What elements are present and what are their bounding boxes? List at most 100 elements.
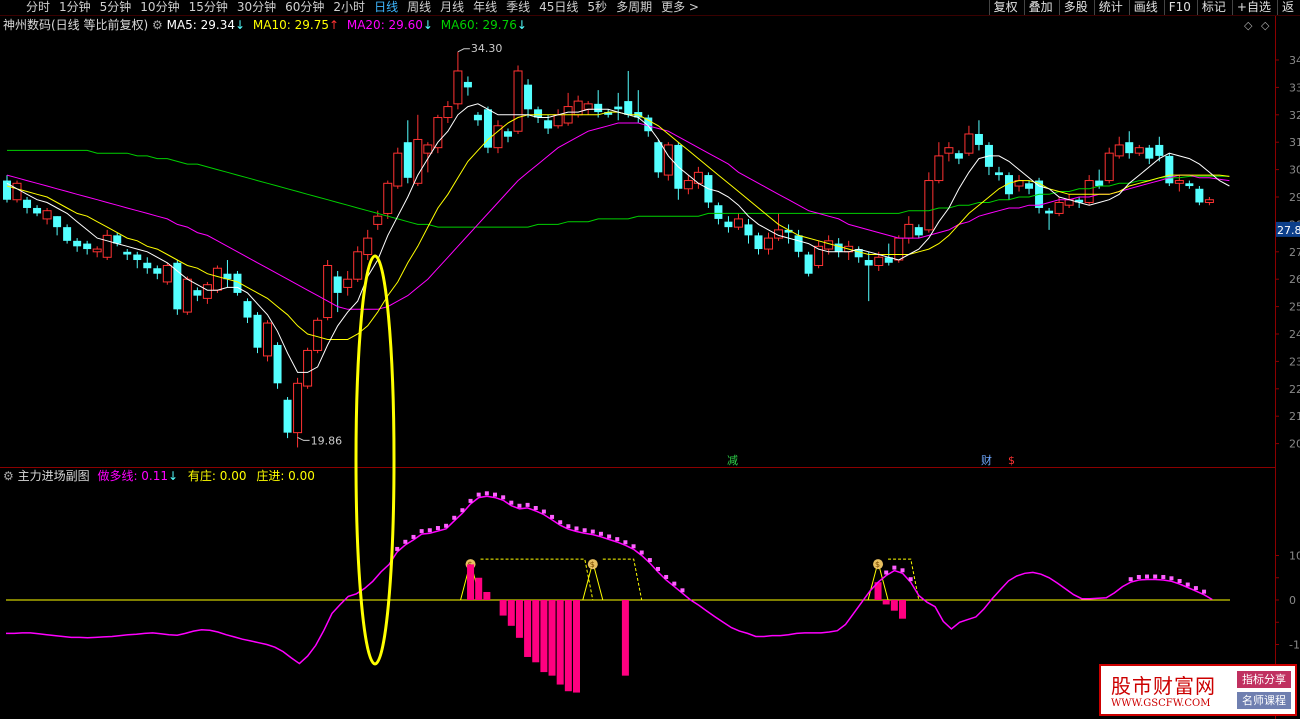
candle-body [263, 322, 273, 357]
candle-body [153, 268, 162, 274]
histogram-bar [548, 600, 556, 676]
long-line-marker [1153, 574, 1158, 579]
money-bag-symbol: $ [875, 560, 880, 569]
histogram-bar [899, 600, 906, 619]
long-line [6, 495, 1213, 665]
candle-body [1045, 210, 1054, 214]
dealer-signal-plateau [602, 558, 643, 601]
histogram-bar [483, 591, 491, 600]
low-marker [297, 436, 310, 441]
y-axis-tick-label: 24 [1289, 328, 1300, 341]
y-axis-tick-label: 33 [1289, 81, 1300, 94]
histogram-bar [556, 600, 564, 685]
y-axis-tick-label: 31 [1289, 136, 1300, 149]
long-line-marker [647, 558, 652, 563]
candle-body [924, 180, 934, 231]
candle-body [202, 284, 212, 299]
watermark-tag-1: 指标分享 [1237, 671, 1291, 688]
candle-body [12, 182, 22, 201]
sub-y-axis-label: -10 [1289, 639, 1300, 652]
long-line-marker [607, 534, 612, 539]
candle-body [42, 210, 52, 220]
y-axis-tick-label: 20 [1289, 438, 1300, 451]
candle-body [914, 227, 923, 236]
long-line-marker [582, 528, 587, 533]
histogram-bar [532, 600, 540, 663]
candle-body [824, 240, 834, 250]
candle-body [453, 70, 463, 105]
long-line-marker [395, 546, 400, 551]
candle-body [1185, 183, 1194, 187]
long-line-marker [509, 500, 514, 505]
long-line-marker [1177, 578, 1182, 583]
candle-body [243, 301, 252, 318]
candle-body [323, 265, 333, 319]
candle-body [353, 251, 363, 280]
long-line-marker [574, 526, 579, 531]
long-line-marker [1136, 574, 1141, 579]
long-line-marker [452, 515, 457, 520]
candle-body [123, 251, 132, 255]
long-line-marker [590, 529, 595, 534]
candle-body [162, 265, 172, 283]
candle-body [313, 319, 323, 351]
long-line-marker [484, 491, 489, 496]
long-line-marker [598, 531, 603, 536]
candle-body [53, 216, 62, 228]
long-line-marker [403, 539, 408, 544]
y-axis-tick-label: 34 [1289, 54, 1300, 67]
event-marker-dollar[interactable]: $ [1008, 454, 1015, 467]
long-line-marker [900, 568, 905, 573]
candle-body [1165, 155, 1174, 184]
histogram-bar [507, 600, 515, 626]
candle-body [794, 235, 803, 252]
y-axis-tick-label: 23 [1289, 355, 1300, 368]
chart-canvas[interactable]: 34333231302928272625242322212034.3019.86… [0, 0, 1300, 719]
candle-body [1054, 201, 1064, 214]
long-line-marker [1193, 586, 1198, 591]
candle-body [1145, 147, 1154, 159]
long-line-marker [672, 581, 677, 586]
candle-body [1195, 188, 1204, 203]
long-line-marker [1128, 577, 1133, 582]
histogram-bar [475, 577, 483, 600]
candle-body [504, 131, 512, 137]
candle-body [654, 142, 663, 173]
candle-body [303, 349, 313, 387]
histogram-bar [882, 600, 890, 605]
candle-body [994, 172, 1003, 176]
diamond-icon[interactable]: ◇ [1261, 19, 1270, 32]
candle-body [102, 234, 112, 258]
candle-body [1204, 199, 1214, 203]
candle-body [63, 227, 72, 241]
event-marker-reduce[interactable]: 减 [727, 454, 738, 467]
long-line-marker [541, 509, 546, 514]
event-marker-finance[interactable]: 财 [981, 453, 992, 467]
y-axis-tick-label: 26 [1289, 273, 1300, 286]
candle-body [182, 278, 192, 313]
long-line-marker [664, 574, 669, 579]
candle-body [1155, 144, 1164, 156]
long-line-marker [1202, 589, 1207, 594]
candle-body [463, 81, 472, 88]
candle-body [383, 182, 393, 214]
candle-body [614, 106, 623, 110]
candle-body [904, 223, 914, 239]
candle-body [133, 254, 142, 261]
candle-body [1025, 183, 1034, 189]
candle-body [363, 237, 373, 256]
candle-body [33, 207, 42, 214]
long-line-marker [566, 524, 571, 529]
candle-body [193, 290, 202, 296]
diamond-icon[interactable]: ◇ [1244, 19, 1253, 32]
candle-body [373, 215, 383, 225]
current-price-label: 27.8 [1277, 224, 1300, 237]
ma5-line [6, 103, 1230, 373]
candle-body [423, 144, 433, 154]
candle-body [413, 138, 423, 184]
candle-body [804, 254, 813, 274]
candle-body [92, 248, 102, 253]
candle-body [283, 399, 292, 433]
candle-body [964, 133, 974, 154]
long-line-marker [468, 498, 473, 503]
